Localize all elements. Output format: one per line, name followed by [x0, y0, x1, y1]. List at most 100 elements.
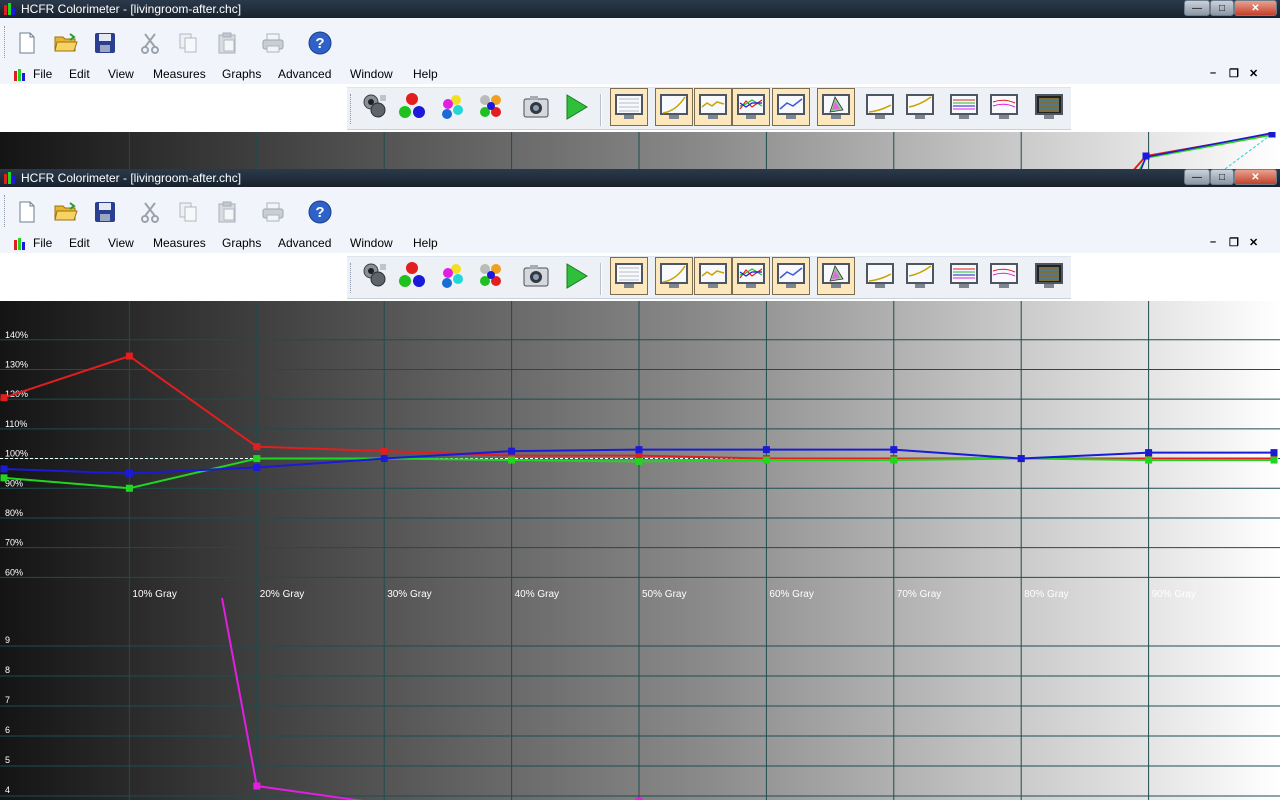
sensor-probe-button[interactable]: [356, 88, 394, 126]
menu-edit[interactable]: Edit: [69, 236, 90, 250]
close-button[interactable]: ✕: [1234, 169, 1277, 185]
near-black-graph-button[interactable]: [861, 88, 899, 126]
green-data-point: [890, 456, 898, 464]
mdi-close-icon[interactable]: ✕: [1249, 67, 1258, 80]
play-continuous-button[interactable]: [557, 257, 595, 295]
menu-window[interactable]: Window: [350, 67, 393, 81]
measures-data-graph-button[interactable]: [1030, 88, 1068, 126]
rgb-primaries-button[interactable]: [393, 257, 431, 295]
paste-button[interactable]: [210, 195, 244, 229]
measure-all-colors-button[interactable]: [472, 88, 510, 126]
color-temperature-graph-button[interactable]: [772, 88, 810, 126]
copy-button[interactable]: [171, 195, 205, 229]
rgb-levels-graph-button[interactable]: [732, 88, 770, 126]
copy-button[interactable]: [171, 26, 205, 60]
gamma-graph-button[interactable]: [694, 88, 732, 126]
luminance-graph-button[interactable]: [655, 257, 693, 295]
measure-all-colors-button[interactable]: [472, 257, 510, 295]
menu-graphs[interactable]: Graphs: [222, 67, 261, 81]
menu-graphs[interactable]: Graphs: [222, 236, 261, 250]
y-tick-label: 80%: [5, 508, 23, 518]
near-white-graph-button[interactable]: [901, 257, 939, 295]
mdi-restore-icon[interactable]: ❐: [1229, 67, 1239, 80]
cie-chart-button[interactable]: [817, 257, 855, 295]
title-bar[interactable]: HCFR Colorimeter - [livingroom-after.chc…: [0, 0, 1280, 18]
toolbar-grip[interactable]: [4, 26, 7, 58]
toolbar-grip[interactable]: [4, 195, 7, 227]
green-data-point: [762, 456, 770, 464]
secondary-colors-button[interactable]: [433, 257, 471, 295]
near-white-graph-button[interactable]: [901, 88, 939, 126]
mdi-close-icon[interactable]: ✕: [1249, 236, 1258, 249]
mdi-document-icon[interactable]: [13, 237, 27, 251]
save-button[interactable]: [88, 26, 122, 60]
menu-measures[interactable]: Measures: [153, 67, 206, 81]
measures-table-monitor-button[interactable]: [610, 257, 648, 295]
gamma-graph-button[interactable]: [694, 257, 732, 295]
saturation-luminance-graph-icon: [950, 263, 978, 288]
measures-table-monitor-button[interactable]: [610, 88, 648, 126]
measures-data-graph-button[interactable]: [1030, 257, 1068, 295]
rgb-primaries-button[interactable]: [393, 88, 431, 126]
saturation-luminance-graph-button[interactable]: [945, 88, 983, 126]
open-button[interactable]: [49, 195, 83, 229]
maximize-button[interactable]: □: [1210, 169, 1234, 185]
menu-view[interactable]: View: [108, 236, 134, 250]
graph-toolbar: [0, 253, 1280, 301]
help-button[interactable]: ?: [303, 26, 337, 60]
menu-window[interactable]: Window: [350, 236, 393, 250]
menu-edit[interactable]: Edit: [69, 67, 90, 81]
cie-chart-button[interactable]: [817, 88, 855, 126]
rgb-levels-graph-button[interactable]: [732, 257, 770, 295]
maximize-button[interactable]: □: [1210, 0, 1234, 16]
secondary-colors-button[interactable]: [433, 88, 471, 126]
mdi-document-icon[interactable]: [13, 68, 27, 82]
mdi-restore-icon[interactable]: ❐: [1229, 236, 1239, 249]
x-category-label: 70% Gray: [897, 589, 941, 600]
print-button[interactable]: [256, 26, 290, 60]
camera-button[interactable]: [517, 257, 555, 295]
saturation-shift-graph-button[interactable]: [985, 257, 1023, 295]
toolbar-separator: [600, 94, 602, 126]
chart-area: 60% 70% 80% 90% 100% 110% 120% 130% 140% 10% Gray…: [0, 301, 1280, 800]
luminance-graph-button[interactable]: [655, 88, 693, 126]
open-button[interactable]: [49, 26, 83, 60]
x-category-label: 10% Gray: [132, 589, 176, 600]
toolbar-grip[interactable]: [350, 94, 353, 124]
mdi-minimize-icon[interactable]: –: [1210, 67, 1216, 79]
menu-help[interactable]: Help: [413, 236, 438, 250]
cut-button[interactable]: [133, 26, 167, 60]
saturation-shift-graph-button[interactable]: [985, 88, 1023, 126]
new-document-button[interactable]: [10, 26, 44, 60]
blue-data-point: [1017, 455, 1025, 463]
near-white-graph-icon: [906, 94, 934, 119]
sensor-probe-button[interactable]: [356, 257, 394, 295]
save-button[interactable]: [88, 195, 122, 229]
print-button[interactable]: [256, 195, 290, 229]
measures-data-graph-icon: [1035, 263, 1063, 288]
minimize-button[interactable]: —: [1184, 0, 1210, 16]
minimize-button[interactable]: —: [1184, 169, 1210, 185]
menu-file[interactable]: File: [33, 67, 52, 81]
title-bar[interactable]: HCFR Colorimeter - [livingroom-after.chc…: [0, 169, 1280, 187]
menu-advanced[interactable]: Advanced: [278, 236, 331, 250]
camera-button[interactable]: [517, 88, 555, 126]
near-black-graph-button[interactable]: [861, 257, 899, 295]
y-tick-label: 130%: [5, 359, 28, 369]
mdi-minimize-icon[interactable]: –: [1210, 236, 1216, 248]
saturation-luminance-graph-button[interactable]: [945, 257, 983, 295]
toolbar-grip[interactable]: [350, 263, 353, 293]
close-button[interactable]: ✕: [1234, 0, 1277, 16]
y-tick-label: 100%: [5, 449, 28, 459]
cut-button[interactable]: [133, 195, 167, 229]
help-button[interactable]: ?: [303, 195, 337, 229]
menu-file[interactable]: File: [33, 236, 52, 250]
play-continuous-button[interactable]: [557, 88, 595, 126]
color-temperature-graph-button[interactable]: [772, 257, 810, 295]
menu-help[interactable]: Help: [413, 67, 438, 81]
new-document-button[interactable]: [10, 195, 44, 229]
paste-button[interactable]: [210, 26, 244, 60]
menu-measures[interactable]: Measures: [153, 236, 206, 250]
menu-view[interactable]: View: [108, 67, 134, 81]
menu-advanced[interactable]: Advanced: [278, 67, 331, 81]
